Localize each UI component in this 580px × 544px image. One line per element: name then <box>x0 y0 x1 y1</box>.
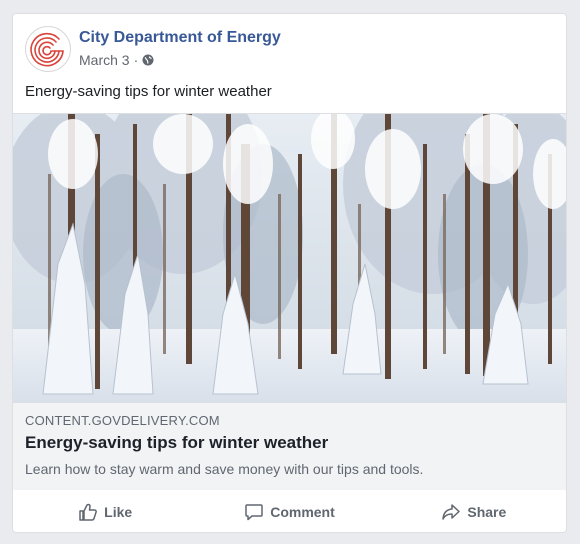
post-date[interactable]: March 3 <box>79 52 130 68</box>
share-button[interactable]: Share <box>382 490 566 532</box>
post-card: City Department of Energy March 3 · Ener… <box>12 13 567 533</box>
share-label: Share <box>467 503 507 520</box>
energy-logo-icon <box>30 32 64 67</box>
post-actions: Like Comment Share <box>13 490 566 532</box>
post-meta: March 3 · <box>79 52 154 68</box>
meta-separator: · <box>133 52 139 68</box>
post-text: Energy-saving tips for winter weather <box>25 83 272 100</box>
like-label: Like <box>104 503 133 520</box>
snowy-forest-photo[interactable] <box>13 114 566 402</box>
link-info-box[interactable]: CONTENT.GOVDELIVERY.COM Energy-saving ti… <box>13 402 566 490</box>
share-arrow-icon <box>442 503 461 520</box>
thumbs-up-icon <box>79 503 98 521</box>
link-description: Learn how to stay warm and save money wi… <box>25 461 424 477</box>
comment-button[interactable]: Comment <box>197 490 381 532</box>
page-avatar[interactable] <box>25 26 71 72</box>
link-preview[interactable]: CONTENT.GOVDELIVERY.COM Energy-saving ti… <box>13 113 566 490</box>
link-title[interactable]: Energy-saving tips for winter weather <box>25 433 328 453</box>
forest-image <box>13 114 566 402</box>
link-domain: CONTENT.GOVDELIVERY.COM <box>25 413 220 428</box>
page-name-link[interactable]: City Department of Energy <box>79 29 281 47</box>
post-header: City Department of Energy March 3 · <box>25 26 545 72</box>
like-button[interactable]: Like <box>13 490 197 532</box>
comment-icon <box>245 503 263 520</box>
comment-label: Comment <box>270 503 335 520</box>
globe-icon <box>142 54 154 66</box>
